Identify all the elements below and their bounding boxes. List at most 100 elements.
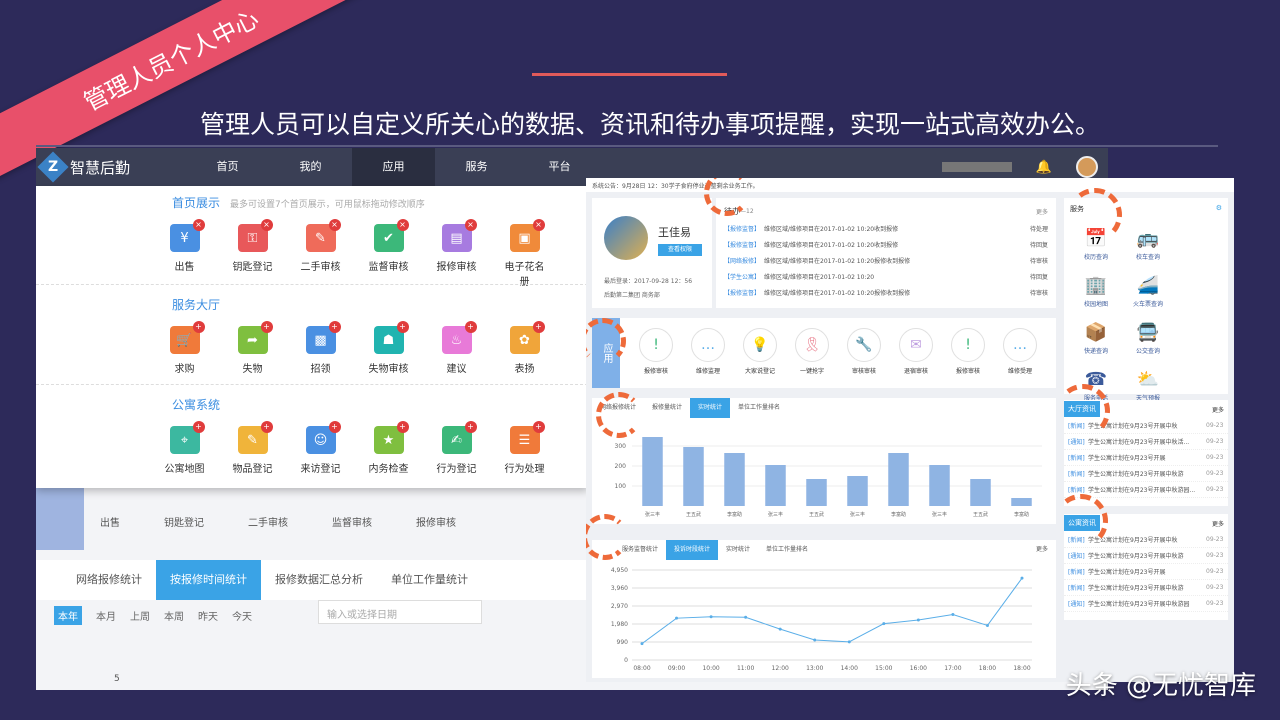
remove-icon[interactable]: ×: [260, 219, 273, 231]
app-tile[interactable]: ☗ + 失物审核: [364, 321, 413, 375]
lower-icon-label[interactable]: 出售: [100, 514, 120, 529]
bar-tab-2[interactable]: 实时统计: [690, 398, 731, 418]
todo-text: 维修区域/维修项目在2017-01-02 10:20报修收到报修: [764, 289, 911, 297]
date-input[interactable]: 输入或选择日期: [318, 600, 482, 624]
remove-icon[interactable]: ×: [396, 219, 409, 231]
add-icon[interactable]: +: [464, 421, 477, 433]
gear-icon[interactable]: ⚙: [1216, 204, 1222, 214]
app-item[interactable]: 🔧 审核审核: [838, 328, 890, 375]
app-tile[interactable]: ✍ + 行为登记: [432, 421, 481, 475]
app-item[interactable]: … 维修受理: [994, 328, 1046, 375]
tab-by-time[interactable]: 按报修时间统计: [156, 560, 261, 600]
add-icon[interactable]: +: [192, 421, 205, 433]
bell-icon[interactable]: 🔔: [1036, 160, 1052, 175]
app-tile[interactable]: ✔ × 监督审核: [364, 219, 413, 288]
filter-this-week[interactable]: 本周: [164, 608, 184, 623]
filter-month[interactable]: 本月: [96, 608, 116, 623]
lower-icon-label[interactable]: 报修审核: [416, 514, 456, 529]
todo-item[interactable]: 【报修监督】 维修区域/维修项目在2017-01-02 10:20收到报修 待处理: [724, 220, 1048, 236]
logo[interactable]: Z 智慧后勤: [36, 151, 186, 183]
nav-mine[interactable]: 我的: [269, 148, 352, 186]
todo-more[interactable]: 更多: [1036, 207, 1048, 216]
service-item[interactable]: 🚌 校车查询: [1122, 228, 1174, 261]
filter-year[interactable]: 本年: [54, 606, 82, 625]
lower-icon-label[interactable]: 二手审核: [248, 514, 288, 529]
apps-side-tab[interactable]: [36, 488, 84, 550]
remove-icon[interactable]: ×: [464, 219, 477, 231]
lower-icon-label[interactable]: 钥匙登记: [164, 514, 204, 529]
filter-yesterday[interactable]: 昨天: [198, 608, 218, 623]
remove-icon[interactable]: ×: [192, 219, 205, 231]
service-item[interactable]: ⛅ 天气预报: [1122, 369, 1174, 402]
lower-icon-label[interactable]: 监督审核: [332, 514, 372, 529]
app-tile[interactable]: ▣ × 电子花名册: [500, 219, 549, 288]
bar-tab-1[interactable]: 报修量统计: [644, 398, 690, 418]
tab-network-repair[interactable]: 网络报修统计: [36, 560, 156, 600]
add-icon[interactable]: +: [532, 321, 545, 333]
app-tile[interactable]: ♨ + 建议: [432, 321, 481, 375]
service-item[interactable]: 🏢 校园地图: [1070, 275, 1122, 308]
app-tile[interactable]: 🛒 + 求购: [160, 321, 209, 375]
app-tile[interactable]: ▩ + 招领: [296, 321, 345, 375]
add-icon[interactable]: +: [328, 421, 341, 433]
line-tab-1[interactable]: 投诉时段统计: [666, 540, 719, 560]
bar-tab-3[interactable]: 单位工作量排名: [730, 398, 788, 418]
service-label: 公交查询: [1135, 348, 1160, 355]
nav-apps[interactable]: 应用: [352, 148, 435, 186]
app-tile[interactable]: ☺ + 来访登记: [296, 421, 345, 475]
line-more[interactable]: 更多: [1028, 540, 1056, 560]
news-item[interactable]: [新闻] 学生公寓计划在9月23号开展 09-23: [1064, 564, 1228, 580]
avatar[interactable]: [1076, 156, 1098, 178]
nav-home[interactable]: 首页: [186, 148, 269, 186]
remove-icon[interactable]: ×: [328, 219, 341, 231]
todo-item[interactable]: 【报修监督】 维修区域/维修项目在2017-01-02 10:20报修收到报修 待审…: [724, 284, 1048, 300]
line-tab-3[interactable]: 单位工作量排名: [758, 540, 816, 560]
add-icon[interactable]: +: [260, 321, 273, 333]
app-tile[interactable]: ¥ × 出售: [160, 219, 209, 288]
app-tile[interactable]: ⌖ + 公寓地图: [160, 421, 209, 475]
news-item[interactable]: [通知] 学生公寓计划在9月23号开展中秋游园 09-23: [1064, 596, 1228, 612]
filter-today[interactable]: 今天: [232, 608, 252, 623]
tab-summary[interactable]: 报修数据汇总分析: [261, 560, 377, 600]
todo-item[interactable]: 【网络报修】 维修区域/维修项目在2017-01-02 10:20报修收到报修 待审…: [724, 252, 1048, 268]
line-tab-2[interactable]: 实时统计: [718, 540, 758, 560]
app-tile[interactable]: ✿ + 表扬: [500, 321, 549, 375]
app-item[interactable]: 💡 大家说登记: [734, 328, 786, 375]
add-icon[interactable]: +: [464, 321, 477, 333]
add-icon[interactable]: +: [192, 321, 205, 333]
app-tile[interactable]: ★ + 内务检查: [364, 421, 413, 475]
highlight-arc: [1068, 188, 1122, 242]
todo-item[interactable]: 【学生公寓】 维修区域/维修项目在2017-01-02 10:20 待回复: [724, 268, 1048, 284]
app-tile[interactable]: ➦ + 失物: [228, 321, 277, 375]
perm-button[interactable]: 查看权限: [658, 244, 702, 256]
service-item[interactable]: 🚄 火车票查询: [1122, 275, 1174, 308]
add-icon[interactable]: +: [260, 421, 273, 433]
news-item[interactable]: [新闻] 学生公寓计划在9月23号开展中秋游 09-23: [1064, 466, 1228, 482]
news2-more[interactable]: 更多: [1212, 519, 1228, 528]
service-item[interactable]: 📦 快递查询: [1070, 322, 1122, 355]
service-item[interactable]: 🚍 公交查询: [1122, 322, 1174, 355]
app-item[interactable]: … 维修监理: [682, 328, 734, 375]
add-icon[interactable]: +: [396, 421, 409, 433]
app-item[interactable]: ✉ 退宿审核: [890, 328, 942, 375]
remove-icon[interactable]: ×: [532, 219, 545, 231]
news1-more[interactable]: 更多: [1212, 405, 1228, 414]
tab-workload[interactable]: 单位工作量统计: [377, 560, 482, 600]
news-item[interactable]: [新闻] 学生公寓计划在9月23号开展 09-23: [1064, 450, 1228, 466]
news-item[interactable]: [通知] 学生公寓计划在9月23号开展中秋游 09-23: [1064, 548, 1228, 564]
add-icon[interactable]: +: [532, 421, 545, 433]
app-item[interactable]: 🎗 一键抢字: [786, 328, 838, 375]
app-tile[interactable]: ⚿ × 钥匙登记: [228, 219, 277, 288]
app-tile[interactable]: ✎ × 二手审核: [296, 219, 345, 288]
news-item[interactable]: [新闻] 学生公寓计划在9月23号开展中秋游 09-23: [1064, 580, 1228, 596]
app-tile[interactable]: ✎ + 物品登记: [228, 421, 277, 475]
filter-last-week[interactable]: 上周: [130, 608, 150, 623]
app-item[interactable]: ! 报修审核: [630, 328, 682, 375]
nav-services[interactable]: 服务: [435, 148, 518, 186]
app-tile[interactable]: ▤ × 报修审核: [432, 219, 481, 288]
app-item[interactable]: ! 报修审核: [942, 328, 994, 375]
add-icon[interactable]: +: [396, 321, 409, 333]
todo-item[interactable]: 【报修监督】 维修区域/维修项目在2017-01-02 10:20收到报修 待回复: [724, 236, 1048, 252]
add-icon[interactable]: +: [328, 321, 341, 333]
app-tile[interactable]: ☰ + 行为处理: [500, 421, 549, 475]
